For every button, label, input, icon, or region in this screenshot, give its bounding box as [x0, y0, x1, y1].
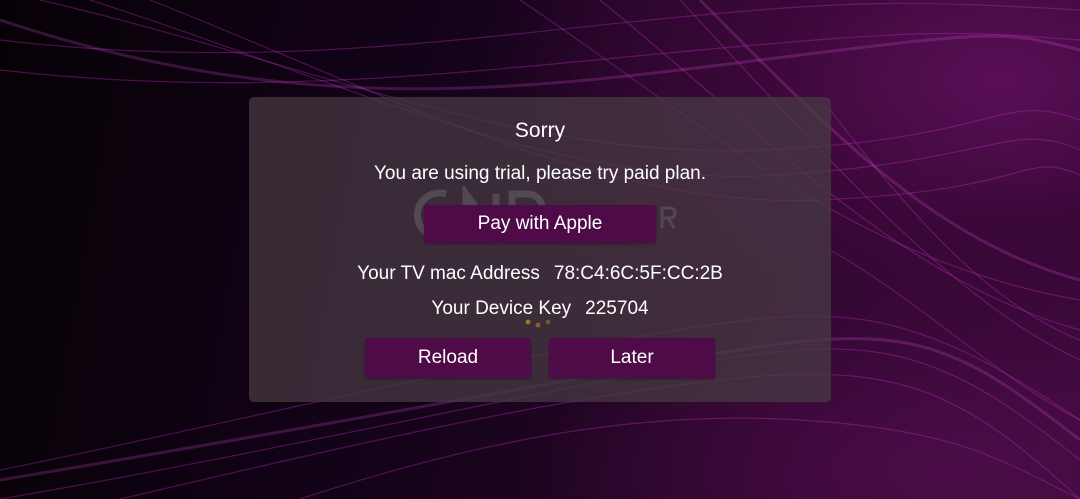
mac-address-value: 78:C4:6C:5F:CC:2B	[553, 263, 723, 284]
device-key-value: 225704	[585, 298, 649, 319]
loading-spinner-icon	[525, 319, 551, 328]
trial-dialog: Sorry You are using trial, please try pa…	[249, 97, 831, 402]
pay-with-apple-button[interactable]: Pay with Apple	[424, 205, 656, 243]
mac-address-label: Your TV mac Address	[357, 263, 540, 284]
device-key-label: Your Device Key	[431, 298, 572, 319]
device-key-row: Your Device Key 225704	[249, 298, 831, 320]
reload-button[interactable]: Reload	[365, 338, 531, 378]
dialog-title: Sorry	[514, 119, 566, 142]
trial-expired-screen: Sorry You are using trial, please try pa…	[0, 0, 1080, 499]
mac-address-row: Your TV mac Address 78:C4:6C:5F:CC:2B	[249, 263, 831, 285]
later-button[interactable]: Later	[549, 338, 715, 378]
dialog-message: You are using trial, please try paid pla…	[373, 163, 706, 184]
